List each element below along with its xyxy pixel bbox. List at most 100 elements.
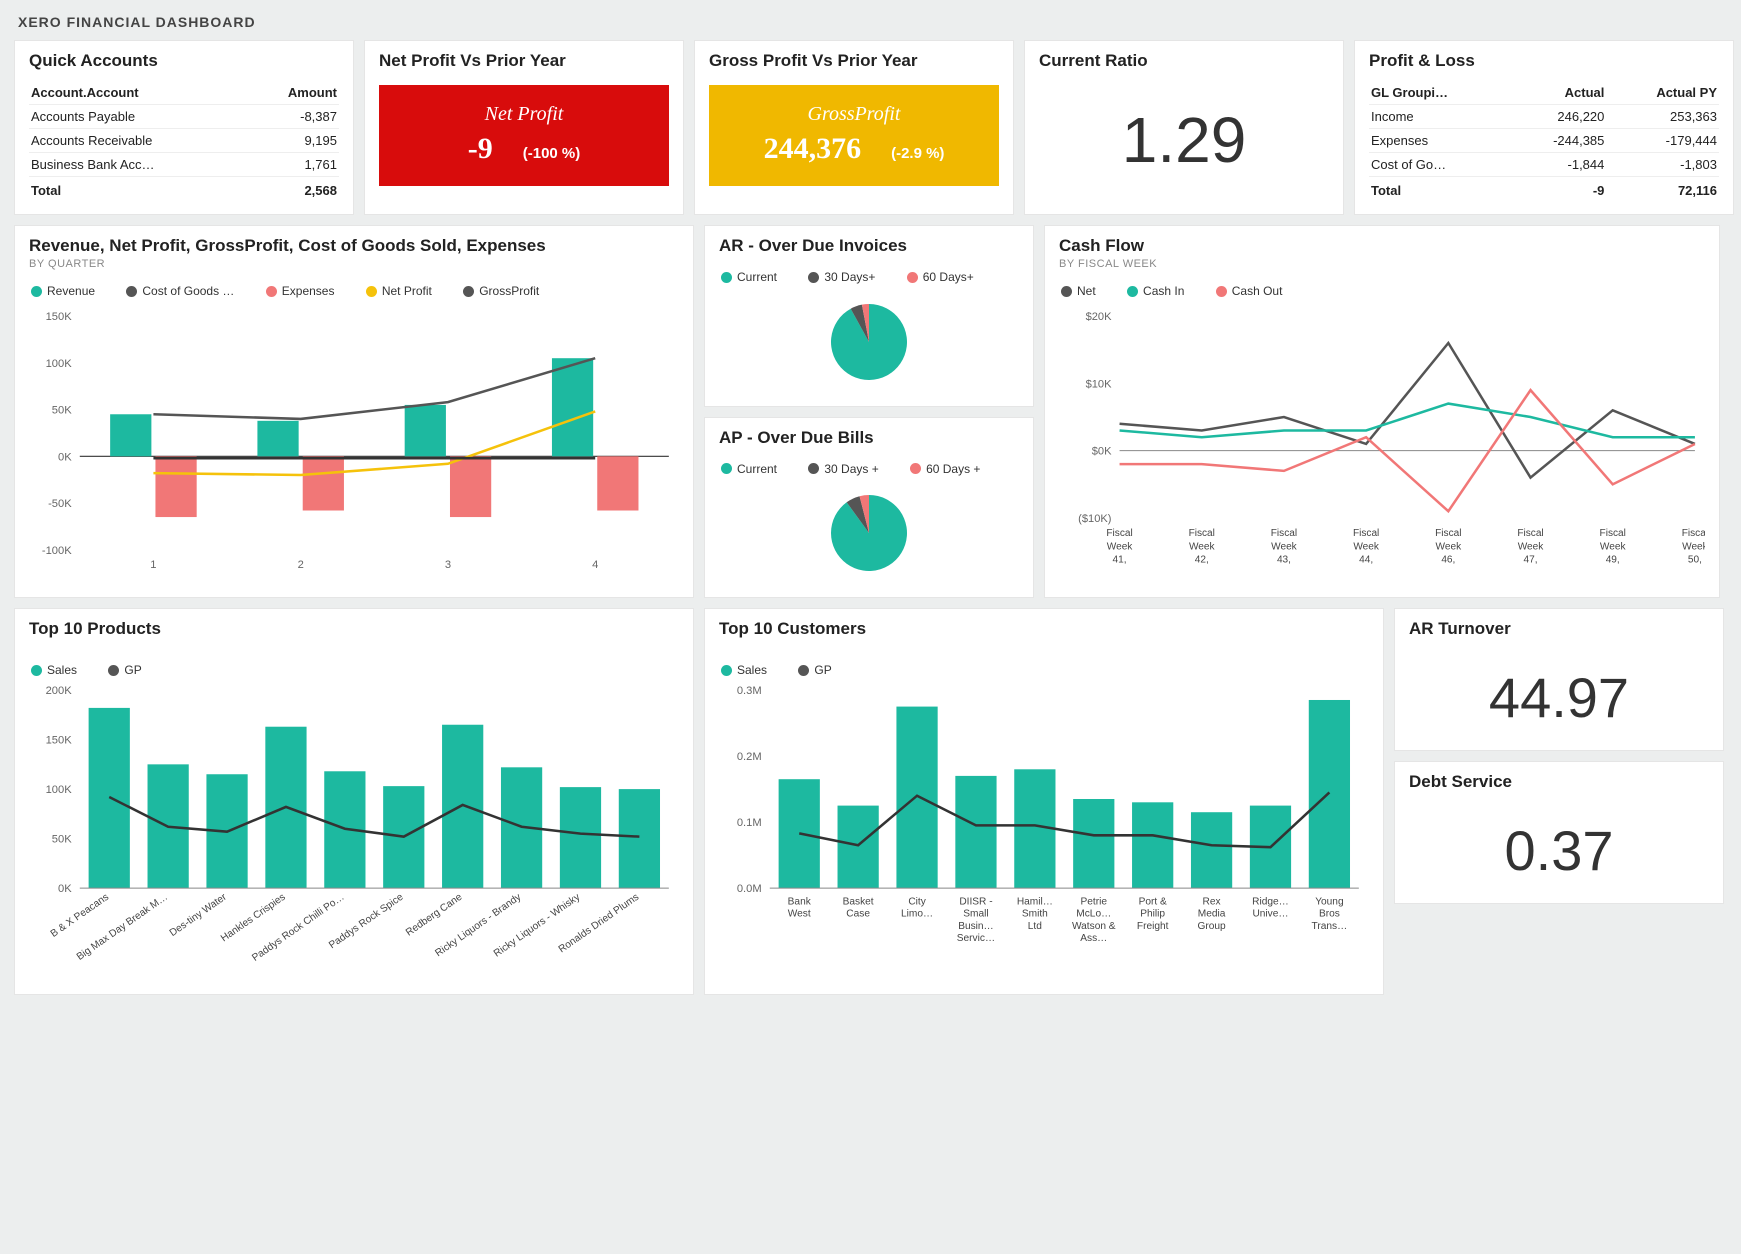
svg-text:$0K: $0K xyxy=(1092,445,1112,457)
svg-text:Week: Week xyxy=(1353,541,1380,552)
svg-text:B & X Peacans: B & X Peacans xyxy=(49,891,111,939)
svg-text:0K: 0K xyxy=(58,451,72,463)
card-title: Quick Accounts xyxy=(29,51,339,71)
card-title: Revenue, Net Profit, GrossProfit, Cost o… xyxy=(29,236,679,256)
svg-text:50K: 50K xyxy=(52,833,72,845)
svg-text:50K: 50K xyxy=(52,404,72,416)
svg-text:1: 1 xyxy=(150,559,156,571)
svg-text:Small: Small xyxy=(963,908,988,919)
card-title: Cash Flow xyxy=(1059,236,1705,256)
kpi-pct: (-100 %) xyxy=(523,145,581,162)
current-ratio-card: Current Ratio 1.29 xyxy=(1024,40,1344,215)
svg-text:Young: Young xyxy=(1315,896,1343,907)
svg-text:Week: Week xyxy=(1107,541,1134,552)
svg-text:150K: 150K xyxy=(46,734,73,746)
debt-service-value: 0.37 xyxy=(1409,794,1709,891)
svg-text:42,: 42, xyxy=(1195,554,1209,565)
net-profit-card: Net Profit Vs Prior Year Net Profit -9(-… xyxy=(364,40,684,215)
card-title: Net Profit Vs Prior Year xyxy=(379,51,669,71)
svg-text:Busin…: Busin… xyxy=(958,920,994,931)
svg-text:44,: 44, xyxy=(1359,554,1373,565)
svg-text:($10K): ($10K) xyxy=(1078,513,1111,525)
svg-text:49,: 49, xyxy=(1606,554,1620,565)
svg-text:Redberg Cane: Redberg Cane xyxy=(404,891,465,938)
kpi-value: 244,376 xyxy=(764,132,862,166)
table-row: Income246,220253,363 xyxy=(1369,105,1719,129)
top-customers-chart[interactable]: 0.0M0.1M0.2M0.3MBankWestBasketCaseCityLi… xyxy=(719,685,1369,980)
gross-profit-tile: GrossProfit 244,376(-2.9 %) xyxy=(709,85,999,186)
current-ratio-value: 1.29 xyxy=(1039,73,1329,187)
card-title: Debt Service xyxy=(1409,772,1709,792)
svg-text:Fiscal: Fiscal xyxy=(1435,528,1461,539)
table-row: Accounts Receivable9,195 xyxy=(29,129,339,153)
svg-text:Port &: Port & xyxy=(1139,896,1167,907)
col-header: Account.Account xyxy=(29,81,248,105)
svg-text:Limo…: Limo… xyxy=(901,908,933,919)
svg-text:0K: 0K xyxy=(58,883,72,895)
svg-text:47,: 47, xyxy=(1524,554,1538,565)
revenue-quarter-chart[interactable]: -100K-50K0K50K100K150K1234 xyxy=(29,306,679,580)
svg-text:0.0M: 0.0M xyxy=(737,883,762,895)
svg-text:Fiscal: Fiscal xyxy=(1189,528,1215,539)
table-total: Total-972,116 xyxy=(1369,177,1719,203)
top-customers-card: Top 10 Customers Sales GP 0.0M0.1M0.2M0.… xyxy=(704,608,1384,995)
ap-overdue-card: AP - Over Due Bills Current 30 Days + 60… xyxy=(704,417,1034,599)
chart-legend: Sales GP xyxy=(31,663,679,679)
svg-text:Unive…: Unive… xyxy=(1252,908,1288,919)
svg-text:Week: Week xyxy=(1436,541,1463,552)
svg-text:0.3M: 0.3M xyxy=(737,685,762,697)
card-title: AR - Over Due Invoices xyxy=(719,236,1019,256)
kpi-label: GrossProfit xyxy=(723,103,985,126)
svg-text:Smith: Smith xyxy=(1022,908,1048,919)
svg-text:41,: 41, xyxy=(1113,554,1127,565)
col-header: Actual xyxy=(1510,81,1606,105)
svg-text:Petrie: Petrie xyxy=(1081,896,1108,907)
ap-pie-chart[interactable] xyxy=(819,483,919,583)
table-total: Total2,568 xyxy=(29,177,339,203)
net-profit-tile: Net Profit -9(-100 %) xyxy=(379,85,669,186)
table-row: Expenses-244,385-179,444 xyxy=(1369,129,1719,153)
svg-text:Des-tiny Water: Des-tiny Water xyxy=(168,891,229,939)
col-header: Amount xyxy=(248,81,339,105)
cash-flow-chart[interactable]: ($10K)$0K$10K$20KFiscalWeek41,FiscalWeek… xyxy=(1059,306,1705,579)
cash-flow-card: Cash Flow BY FISCAL WEEK Net Cash In Cas… xyxy=(1044,225,1720,598)
svg-text:100K: 100K xyxy=(46,357,73,369)
ar-turnover-card: AR Turnover 44.97 xyxy=(1394,608,1724,751)
svg-text:West: West xyxy=(788,908,811,919)
revenue-quarter-card: Revenue, Net Profit, GrossProfit, Cost o… xyxy=(14,225,694,598)
card-subtitle: BY FISCAL WEEK xyxy=(1059,258,1705,270)
page-title: XERO FINANCIAL DASHBOARD xyxy=(18,14,1727,30)
svg-text:0.2M: 0.2M xyxy=(737,751,762,763)
ar-pie-chart[interactable] xyxy=(819,292,919,392)
quick-accounts-table: Account.AccountAmount Accounts Payable-8… xyxy=(29,81,339,202)
card-title: Top 10 Products xyxy=(29,619,679,639)
svg-text:4: 4 xyxy=(592,559,598,571)
chart-legend: Current 30 Days+ 60 Days+ xyxy=(721,270,1019,286)
svg-text:46,: 46, xyxy=(1441,554,1455,565)
svg-text:50,: 50, xyxy=(1688,554,1702,565)
chart-legend: Revenue Cost of Goods … Expenses Net Pro… xyxy=(31,284,679,300)
top-products-chart[interactable]: 0K50K100K150K200KB & X PeacansBig Max Da… xyxy=(29,685,679,980)
svg-text:2: 2 xyxy=(298,559,304,571)
svg-text:Philip: Philip xyxy=(1140,908,1165,919)
ar-turnover-value: 44.97 xyxy=(1409,641,1709,738)
svg-text:City: City xyxy=(908,896,926,907)
card-title: AR Turnover xyxy=(1409,619,1709,639)
svg-text:Bros: Bros xyxy=(1319,908,1340,919)
svg-text:DIISR -: DIISR - xyxy=(959,896,992,907)
svg-text:$20K: $20K xyxy=(1086,311,1113,323)
col-header: Actual PY xyxy=(1606,81,1719,105)
card-title: Top 10 Customers xyxy=(719,619,1369,639)
svg-text:Week: Week xyxy=(1682,541,1705,552)
svg-text:Media: Media xyxy=(1198,908,1226,919)
svg-text:Hamil…: Hamil… xyxy=(1017,896,1053,907)
svg-text:Fiscal: Fiscal xyxy=(1600,528,1626,539)
card-title: AP - Over Due Bills xyxy=(719,428,1019,448)
chart-legend: Net Cash In Cash Out xyxy=(1061,284,1705,300)
gross-profit-card: Gross Profit Vs Prior Year GrossProfit 2… xyxy=(694,40,1014,215)
svg-text:Watson &: Watson & xyxy=(1072,920,1116,931)
svg-text:Fiscal: Fiscal xyxy=(1682,528,1705,539)
svg-text:Ridge…: Ridge… xyxy=(1252,896,1289,907)
card-title: Current Ratio xyxy=(1039,51,1329,71)
table-row: Accounts Payable-8,387 xyxy=(29,105,339,129)
